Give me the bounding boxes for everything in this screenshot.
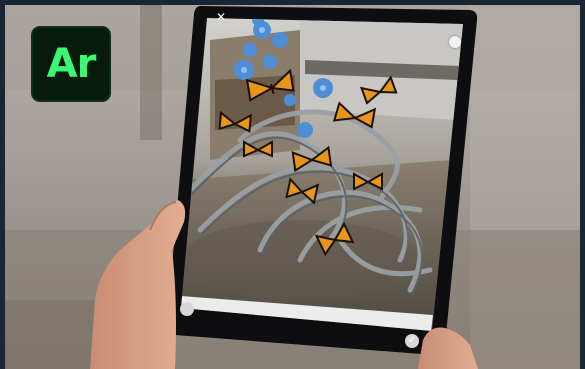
confirm-icon[interactable]: ✓ — [405, 334, 419, 348]
ar-camera-view — [181, 18, 463, 331]
logo-text: Ar — [46, 41, 97, 87]
undo-icon[interactable] — [180, 302, 194, 316]
frame-left-border — [0, 0, 5, 369]
close-icon[interactable]: ✕ — [214, 10, 228, 24]
more-options-icon[interactable] — [449, 36, 461, 48]
photo-scene: Ar ✕ ✓ — [0, 0, 585, 369]
frame-top-border — [0, 0, 585, 5]
adobe-aero-logo: Ar — [31, 26, 111, 102]
frame-right-border — [580, 0, 585, 369]
